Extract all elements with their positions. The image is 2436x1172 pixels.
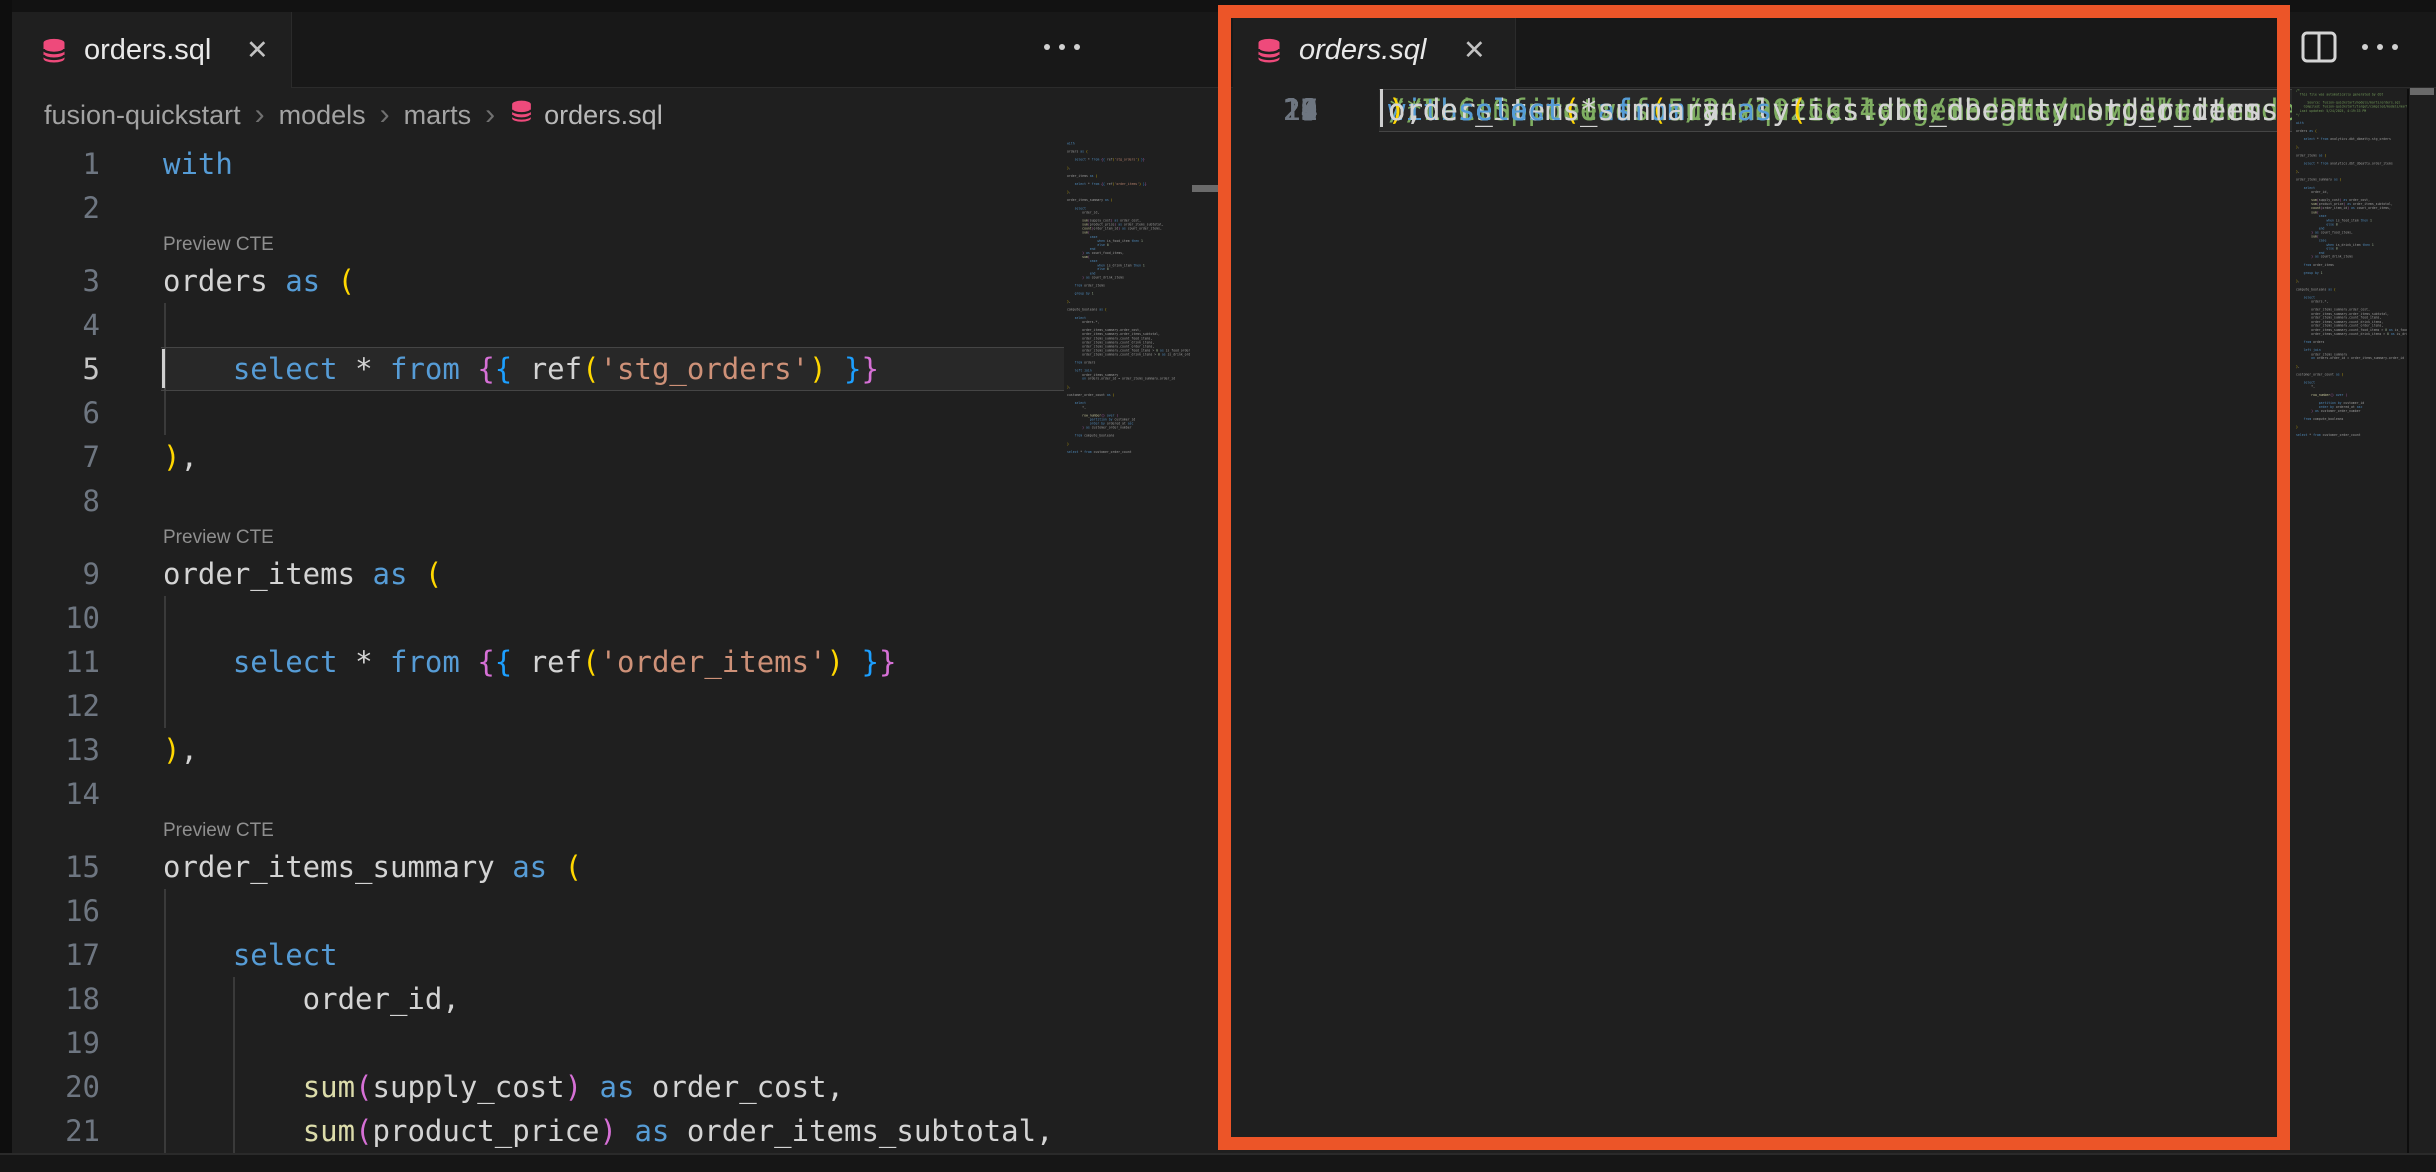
breadcrumb-item[interactable]: marts [404, 100, 472, 130]
more-actions-icon-right[interactable] [2362, 44, 2398, 50]
line-number: 15 [20, 845, 100, 889]
right-overview-cursor-marker [2410, 88, 2434, 95]
chevron-right-icon: › [255, 98, 265, 131]
code-line[interactable]: select [163, 933, 338, 977]
code-line[interactable]: select * from {{ ref('stg_orders') }} [163, 347, 879, 391]
code-line[interactable]: order_items as ( [163, 552, 442, 596]
text-cursor [162, 349, 165, 388]
code-line[interactable]: sum(product_price) as order_items_subtot… [163, 1109, 1054, 1153]
breadcrumb: fusion-quickstart › models › marts › orders.s… [12, 88, 1222, 142]
close-icon[interactable]: ✕ [246, 12, 269, 89]
left-overview-cursor-marker [1192, 185, 1220, 192]
breadcrumb-folders: fusion-quickstart › models › marts › [44, 98, 509, 132]
codelens-preview-cte[interactable]: Preview CTE [163, 816, 274, 845]
code-line[interactable]: ), [163, 728, 198, 772]
line-number: 6 [20, 391, 100, 435]
vscode-window: orders.sql ✕ fusion-quickstart › models › ma… [0, 0, 2436, 1172]
line-number: 1 [20, 142, 100, 186]
chevron-right-icon: › [485, 98, 495, 131]
highlight-frame [1218, 5, 2290, 1150]
code-line[interactable]: sum(supply_cost) as order_cost, [163, 1065, 844, 1109]
line-number: 9 [20, 552, 100, 596]
line-number: 10 [20, 596, 100, 640]
tab-orders-sql-left[interactable]: orders.sql ✕ [12, 12, 292, 89]
line-number: 11 [20, 640, 100, 684]
code-line[interactable]: ), [163, 435, 198, 479]
code-line[interactable]: order_items_summary as ( [163, 845, 582, 889]
left-editor[interactable]: 1 with 2 Preview CTE 3 orders as ( 45 select *… [12, 142, 1064, 1153]
line-number: 7 [20, 435, 100, 479]
window-bottom-strip [0, 1153, 2436, 1172]
line-number: 3 [20, 259, 100, 303]
line-number: 12 [20, 684, 100, 728]
breadcrumb-item[interactable]: fusion-quickstart [44, 100, 241, 130]
breadcrumb-item-file[interactable]: orders.sql [544, 100, 663, 131]
more-actions-icon-left[interactable] [1044, 44, 1080, 50]
line-number: 18 [20, 977, 100, 1021]
code-line[interactable]: order_id, [163, 977, 460, 1021]
line-number: 4 [20, 303, 100, 347]
code-line[interactable]: orders as ( [163, 259, 355, 303]
left-minimap[interactable]: withorders as ( select * from {{ ref('st… [1067, 142, 1190, 462]
line-number: 8 [20, 479, 100, 523]
code-line[interactable]: select * from {{ ref('order_items') }} [163, 640, 896, 684]
chevron-right-icon: › [380, 98, 390, 131]
line-number: 20 [20, 1065, 100, 1109]
database-icon [509, 99, 534, 131]
code-line[interactable]: with [163, 142, 233, 186]
line-number: 5 [20, 347, 100, 391]
database-icon [40, 37, 68, 70]
line-number: 16 [20, 889, 100, 933]
right-minimap[interactable]: /* This file was automatically generated… [2296, 89, 2408, 445]
line-number: 2 [20, 186, 100, 230]
codelens-preview-cte[interactable]: Preview CTE [163, 230, 274, 259]
line-number: 17 [20, 933, 100, 977]
tab-label: orders.sql [84, 12, 211, 89]
window-left-edge [0, 0, 12, 1172]
line-number: 21 [20, 1109, 100, 1153]
split-editor-icon[interactable] [2300, 30, 2338, 69]
line-number: 14 [20, 772, 100, 816]
right-scrollbar-divider [2407, 89, 2409, 1153]
line-number: 13 [20, 728, 100, 772]
codelens-preview-cte[interactable]: Preview CTE [163, 523, 274, 552]
breadcrumb-item[interactable]: models [279, 100, 366, 130]
line-number: 19 [20, 1021, 100, 1065]
